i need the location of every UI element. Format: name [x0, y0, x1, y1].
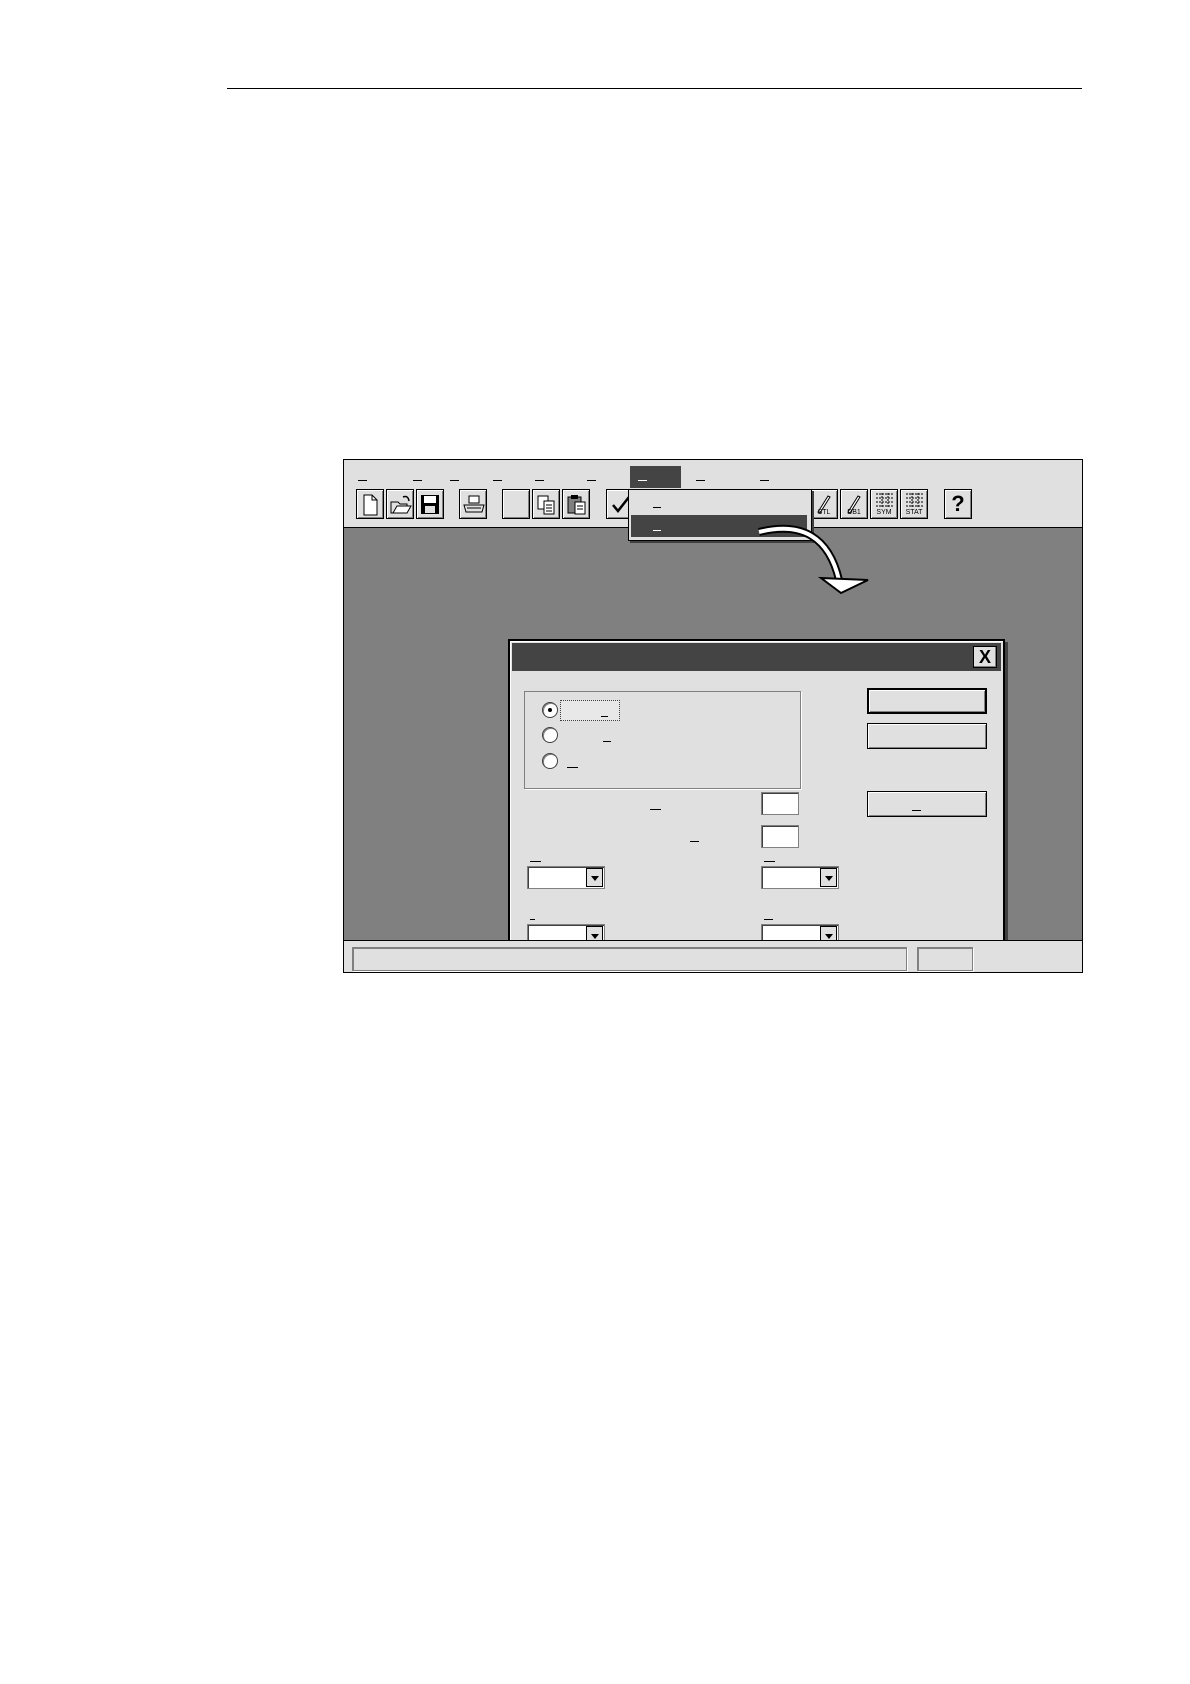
radio-option-2[interactable]	[542, 727, 558, 743]
curved-arrow-icon	[758, 524, 869, 595]
chevron-down-icon[interactable]	[586, 868, 603, 887]
dropdown-2[interactable]	[761, 866, 839, 889]
ok-button[interactable]	[867, 688, 987, 714]
radio-option-1-label[interactable]	[560, 700, 620, 721]
dialog-title-bar[interactable]: X	[512, 643, 1001, 671]
dialog-action-button[interactable]	[867, 791, 987, 817]
text-field-1[interactable]	[761, 792, 799, 815]
status-bar	[344, 940, 1082, 972]
chevron-down-icon[interactable]	[820, 868, 837, 887]
status-pane-main	[352, 947, 907, 971]
radio-option-3-label[interactable]	[567, 767, 578, 768]
dropdown-1-label	[530, 861, 541, 862]
radio-group	[524, 691, 801, 789]
radio-option-3[interactable]	[542, 753, 558, 769]
cancel-button[interactable]	[867, 723, 987, 749]
dropdown-1[interactable]	[527, 866, 605, 889]
field-2-label	[690, 841, 699, 842]
close-button[interactable]: X	[973, 646, 997, 668]
radio-option-2-label[interactable]	[603, 741, 611, 742]
app-window: STL DB1 SYM STAT ? X	[343, 459, 1083, 973]
dropdown-3-label	[530, 919, 535, 920]
dropdown-2-label	[764, 861, 775, 862]
text-field-2[interactable]	[761, 825, 799, 848]
dropdown-4-label	[764, 919, 773, 920]
status-pane-secondary	[917, 947, 973, 971]
page-header-rule	[227, 88, 1082, 89]
radio-option-1[interactable]	[542, 702, 558, 718]
settings-dialog: X	[508, 639, 1005, 972]
field-1-label	[650, 809, 661, 810]
